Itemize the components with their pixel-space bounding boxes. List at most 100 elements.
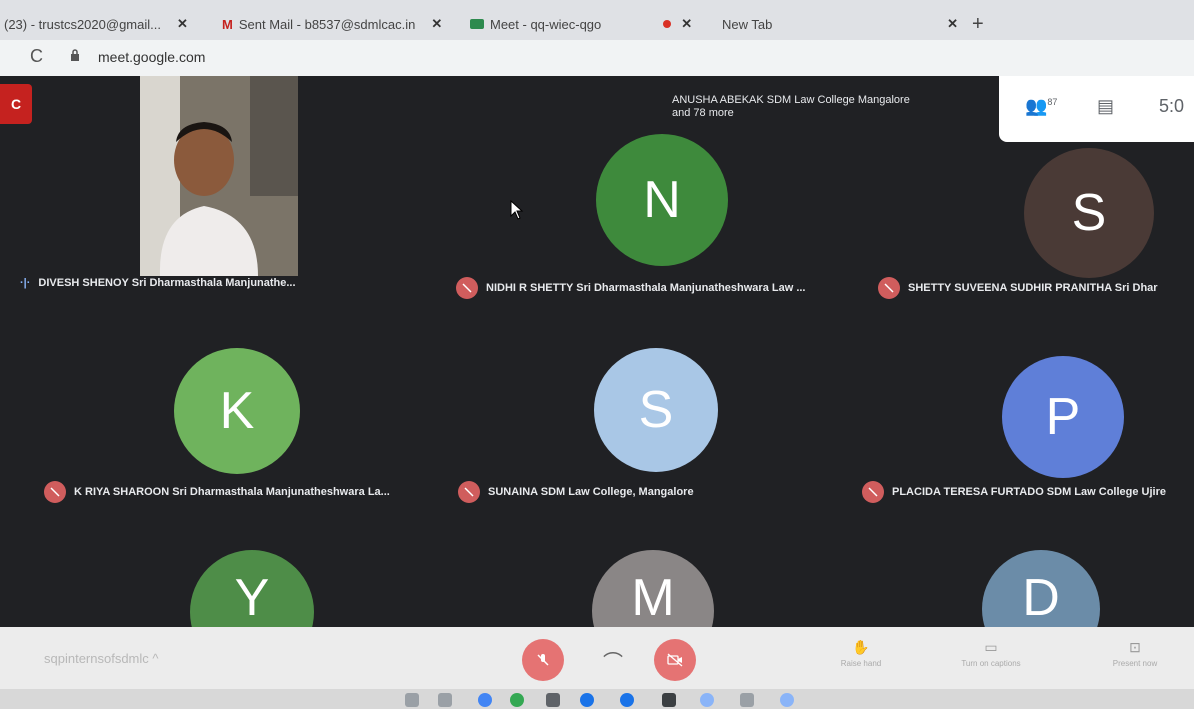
taskbar-app-icon[interactable] — [580, 693, 594, 707]
taskbar-app-icon[interactable] — [438, 693, 452, 707]
camera-off-icon — [667, 653, 683, 667]
avatar-initial: K — [219, 382, 255, 440]
mic-toggle-button[interactable] — [522, 639, 564, 681]
recording-badge: C — [0, 84, 32, 124]
camera-toggle-button[interactable] — [654, 639, 696, 681]
meet-grid: C ANUSHA ABEKAK SDM Law College Mangalor… — [0, 76, 1194, 627]
participant-count: 87 — [1047, 97, 1058, 107]
presenting-name: ANUSHA ABEKAK SDM Law College Mangalore — [672, 94, 910, 106]
new-tab-button[interactable]: + — [972, 8, 984, 40]
tab-sent-mail[interactable]: M Sent Mail - b8537@sdmlcac.in ✕ — [222, 8, 442, 40]
taskbar-app-icon[interactable] — [510, 693, 524, 707]
tab-label: New Tab — [722, 16, 773, 32]
meeting-code[interactable]: sqpinternsofsdmlc ^ — [44, 651, 159, 666]
mouse-cursor-icon — [510, 200, 524, 220]
leave-call-button[interactable]: ⌒ — [592, 639, 634, 681]
avatar[interactable]: D — [982, 550, 1100, 627]
address-bar: C meet.google.com — [0, 40, 1194, 76]
mic-off-icon — [458, 481, 480, 503]
people-icon: 👥 — [1025, 96, 1048, 116]
avatar-initial: S — [638, 381, 674, 439]
chat-icon: ▤ — [1097, 96, 1115, 116]
avatar[interactable]: P — [1002, 356, 1124, 478]
avatar[interactable]: S — [1024, 148, 1154, 278]
nameplate: PLACIDA TERESA FURTADO SDM Law College U… — [862, 481, 1194, 503]
close-icon[interactable]: ✕ — [947, 16, 958, 32]
captions-button[interactable]: ▭ Turn on captions — [946, 639, 1036, 668]
audio-indicator-icon: ·|· — [20, 277, 31, 289]
tab-label: Sent Mail - b8537@sdmlcac.in — [238, 16, 416, 32]
person-video-image — [140, 76, 298, 276]
phone-hangup-icon: ⌒ — [603, 651, 623, 674]
lock-icon — [71, 49, 79, 61]
clock-time: 5:0 — [1159, 96, 1185, 116]
presenting-more: and 78 more — [672, 107, 734, 119]
tab-meet[interactable]: Meet - qq-wiec-qgo ✕ — [470, 8, 692, 40]
taskbar-app-icon[interactable] — [780, 693, 794, 707]
taskbar-app-icon[interactable] — [405, 693, 419, 707]
avatar-initial: D — [1022, 569, 1060, 627]
plus-icon: + — [972, 12, 984, 35]
browser-tab-bar: (23) - trustcs2020@gmail... ✕ M Sent Mai… — [0, 0, 1194, 40]
mic-off-icon — [456, 277, 478, 299]
taskbar-app-icon[interactable] — [662, 693, 676, 707]
close-icon[interactable]: ✕ — [431, 16, 442, 32]
tab-new-tab[interactable]: New Tab ✕ — [722, 8, 958, 40]
tab-label: (23) - trustcs2020@gmail... — [4, 16, 161, 32]
people-button[interactable]: 👥87 — [1025, 96, 1057, 117]
participant-name: DIVESH SHENOY Sri Dharmasthala Manjunath… — [38, 277, 296, 289]
captions-icon: ▭ — [984, 639, 998, 655]
participant-name: PLACIDA TERESA FURTADO SDM Law College U… — [892, 486, 1167, 498]
avatar[interactable]: S — [594, 348, 718, 472]
taskbar-app-icon[interactable] — [546, 693, 560, 707]
raise-hand-button[interactable]: ✋ Raise hand — [816, 639, 906, 668]
avatar[interactable]: N — [596, 134, 728, 266]
avatar[interactable]: K — [174, 348, 300, 474]
participant-name: K RIYA SHAROON Sri Dharmasthala Manjunat… — [74, 486, 390, 498]
avatar-initial: P — [1045, 388, 1081, 446]
url-text[interactable]: meet.google.com — [98, 49, 205, 65]
chevron-up-icon: ^ — [152, 651, 159, 666]
mic-off-icon — [878, 277, 900, 299]
captions-label: Turn on captions — [961, 659, 1021, 668]
nameplate: NIDHI R SHETTY Sri Dharmasthala Manjunat… — [456, 277, 876, 299]
chat-button[interactable]: ▤ — [1097, 96, 1114, 117]
taskbar-app-icon[interactable] — [700, 693, 714, 707]
recording-dot-icon — [663, 20, 672, 28]
avatar-initial: Y — [234, 569, 270, 627]
mic-off-icon — [537, 654, 549, 666]
nameplate: K RIYA SHAROON Sri Dharmasthala Manjunat… — [44, 481, 444, 503]
participant-video[interactable] — [140, 76, 298, 276]
nameplate: SUNAINA SDM Law College, Mangalore — [458, 481, 858, 503]
raise-hand-label: Raise hand — [840, 659, 882, 668]
tab-gmail[interactable]: (23) - trustcs2020@gmail... ✕ — [4, 8, 188, 40]
present-now-button[interactable]: ⊡ Present now — [1090, 639, 1180, 668]
avatar-initial: S — [1071, 184, 1107, 242]
nameplate: SHETTY SUVEENA SUDHIR PRANITHA Sri Dhar — [878, 277, 1194, 299]
nameplate: ·|· DIVESH SHENOY Sri Dharmasthala Manju… — [20, 277, 440, 289]
close-icon[interactable]: ✕ — [177, 16, 188, 32]
reload-icon[interactable]: C — [30, 46, 43, 67]
avatar-initial: N — [643, 171, 681, 229]
mic-off-icon — [862, 481, 884, 503]
participant-name: SUNAINA SDM Law College, Mangalore — [488, 486, 694, 498]
participant-name: NIDHI R SHETTY Sri Dharmasthala Manjunat… — [486, 282, 806, 294]
present-icon: ⊡ — [1129, 639, 1141, 655]
os-taskbar — [0, 689, 1194, 709]
close-icon[interactable]: ✕ — [681, 16, 692, 32]
meeting-code-text: sqpinternsofsdmlc — [44, 651, 149, 666]
taskbar-app-icon[interactable] — [620, 693, 634, 707]
taskbar-app-icon[interactable] — [740, 693, 754, 707]
avatar[interactable]: Y — [190, 550, 314, 627]
gmail-icon: M — [222, 16, 233, 32]
present-now-label: Present now — [1112, 659, 1158, 668]
top-right-panel: 👥87 ▤ 5:0 — [999, 76, 1194, 142]
presenting-label: ANUSHA ABEKAK SDM Law College Mangalore … — [672, 94, 992, 120]
meet-icon — [470, 19, 484, 29]
tab-label: Meet - qq-wiec-qgo — [490, 16, 602, 32]
hand-icon: ✋ — [852, 639, 870, 655]
avatar[interactable]: M — [592, 550, 714, 627]
taskbar-app-icon[interactable] — [478, 693, 492, 707]
participant-name: SHETTY SUVEENA SUDHIR PRANITHA Sri Dhar — [908, 282, 1158, 294]
mic-off-icon — [44, 481, 66, 503]
